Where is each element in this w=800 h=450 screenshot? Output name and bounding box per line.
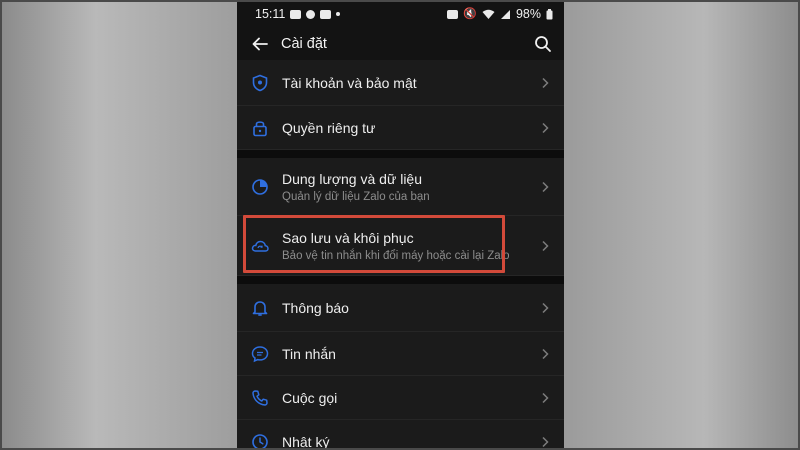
alarm-icon [447,9,459,19]
section-divider [237,276,564,284]
chevron-right-icon [542,181,549,192]
chat-bubble-icon [251,345,269,362]
app-bar: Cài đặt [237,28,564,60]
chevron-right-icon [542,392,549,403]
settings-item-notifications[interactable]: Thông báo [237,284,564,332]
settings-item-calls[interactable]: Cuộc gọi [237,376,564,420]
phone-screen: 15:11 🔇 98% Cài đặt Tài khoản và bảo mật… [237,0,564,450]
chevron-right-icon [542,77,549,88]
chevron-right-icon [542,122,549,133]
settings-item-messages[interactable]: Tin nhắn [237,332,564,376]
cloud-sync-icon [251,240,269,252]
settings-item-label: Sao lưu và khôi phục [282,229,414,246]
settings-item-label: Cuộc gọi [282,389,338,406]
chevron-right-icon [542,240,549,251]
clock-icon [252,433,268,450]
settings-item-storage[interactable]: Dung lượng và dữ liệu Quản lý dữ liệu Za… [237,158,564,216]
settings-item-label: Nhật ký [282,433,330,450]
back-arrow-icon[interactable] [251,35,269,53]
settings-item-account-security[interactable]: Tài khoản và bảo mật [237,60,564,106]
mute-icon: 🔇 [463,7,477,20]
settings-item-label: Dung lượng và dữ liệu [282,170,422,187]
settings-item-diary[interactable]: Nhật ký [237,420,564,450]
settings-item-backup-restore[interactable]: Sao lưu và khôi phục Bảo vệ tin nhắn khi… [237,216,564,276]
settings-item-privacy[interactable]: Quyền riêng tư [237,106,564,150]
settings-item-description: Quản lý dữ liệu Zalo của bạn [282,190,430,203]
chevron-right-icon [542,302,549,313]
more-notifications-icon [336,12,341,16]
page-title: Cài đặt [281,36,327,52]
battery-level: 98% [515,7,541,21]
section-divider [237,150,564,158]
signal-icon [500,9,510,19]
status-bar: 15:11 🔇 98% [237,0,564,28]
shield-icon [252,74,268,91]
settings-item-label: Tài khoản và bảo mật [282,74,417,91]
settings-group-general: Thông báo Tin nhắn Cuộc gọi Nhật ký [237,284,564,450]
battery-icon [546,8,553,19]
messenger-icon [306,9,316,19]
phone-icon [252,389,268,406]
search-icon[interactable] [534,35,552,53]
chevron-right-icon [542,436,549,447]
youtube-icon [290,9,302,19]
status-time: 15:11 [255,7,286,21]
notification-icon [320,9,332,19]
chevron-right-icon [542,348,549,359]
settings-item-description: Bảo vệ tin nhắn khi đổi máy hoặc cài lại… [282,249,510,262]
settings-item-label: Quyền riêng tư [282,119,376,136]
settings-group-account: Tài khoản và bảo mật Quyền riêng tư [237,60,564,150]
settings-item-label: Tin nhắn [282,345,336,362]
wifi-icon [482,9,495,19]
lock-icon [253,120,267,136]
bell-icon [252,300,268,316]
settings-item-label: Thông báo [282,299,349,316]
settings-group-data: Dung lượng và dữ liệu Quản lý dữ liệu Za… [237,158,564,276]
pie-chart-icon [252,178,268,195]
